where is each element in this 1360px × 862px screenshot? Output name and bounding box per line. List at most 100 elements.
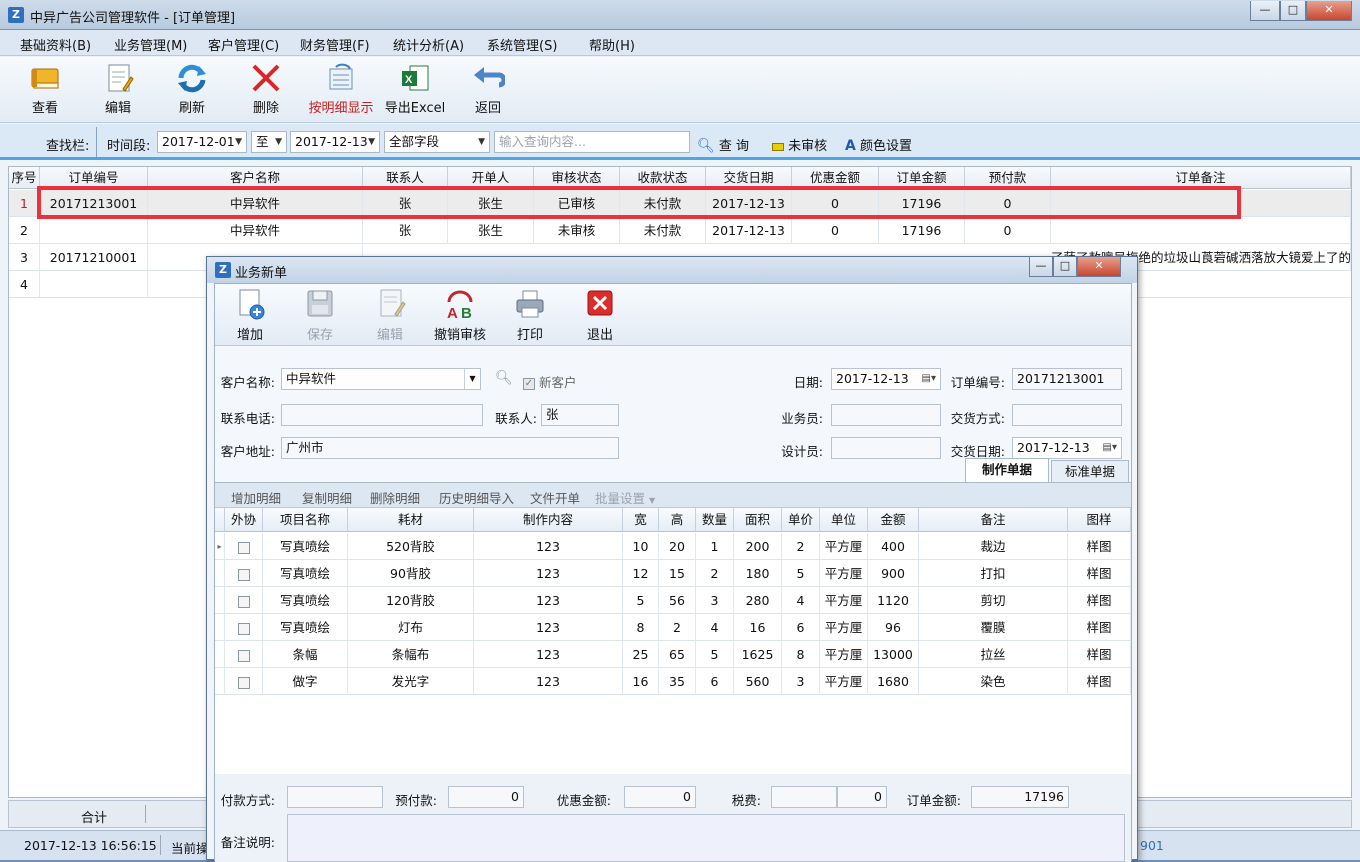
menu-basic-data[interactable]: 基础资料(B) (20, 35, 91, 54)
prepay-field[interactable]: 0 (448, 786, 524, 808)
outsource-checkbox[interactable] (237, 568, 250, 581)
outsource-checkbox[interactable] (237, 676, 250, 689)
tax-rate-field[interactable] (771, 786, 837, 808)
address-field[interactable]: 广州市 (281, 437, 619, 459)
sales-field[interactable] (831, 404, 941, 426)
field-select[interactable]: 全部字段 ▼ (384, 131, 490, 153)
customer-select[interactable]: 中异软件 ▼ (281, 368, 481, 390)
delivery-date-picker[interactable]: 2017-12-13 ▤▾ (1012, 437, 1122, 459)
delivery-method-field[interactable] (1012, 404, 1122, 426)
cancel-review-button[interactable]: AB 撤销审核 (427, 288, 493, 344)
column-header[interactable]: 金额 (868, 508, 919, 532)
remark-textarea[interactable] (287, 814, 1125, 862)
detail-show-button[interactable]: 按明细显示 (307, 61, 375, 119)
minimize-button[interactable]: — (1250, 1, 1280, 21)
outsource-checkbox[interactable] (237, 595, 250, 608)
maximize-button[interactable]: □ (1280, 1, 1306, 21)
add-detail-button[interactable]: 增加明细 (231, 488, 281, 507)
delete-detail-button[interactable]: 删除明细 (370, 488, 420, 507)
delete-button[interactable]: 删除 (233, 61, 299, 119)
exit-button[interactable]: 退出 (567, 288, 633, 344)
detail-row[interactable]: 做字 发光字 123 16 35 6 560 3 平方厘 1680 染色 样图 (215, 668, 1131, 695)
back-button[interactable]: 返回 (455, 61, 521, 119)
outsource-checkbox[interactable] (237, 622, 250, 635)
outsource-cell (225, 668, 263, 695)
order-no-field[interactable]: 20171213001 (1012, 368, 1122, 390)
column-header[interactable]: 单位 (820, 508, 868, 532)
dialog-toolbar: 增加 保存 编辑 AB 撤销审核 打印 退出 (215, 284, 1131, 346)
dialog-close-button[interactable]: ✕ (1077, 257, 1121, 277)
unreviewed-button[interactable]: 未审核 (772, 135, 827, 154)
query-button[interactable]: 🔍︎ 查 询 (697, 135, 749, 154)
column-header[interactable]: 备注 (919, 508, 1068, 532)
column-header[interactable]: 单价 (782, 508, 820, 532)
menu-business[interactable]: 业务管理(M) (114, 35, 187, 54)
phone-label: 联系电话: (220, 411, 275, 426)
outsource-checkbox[interactable] (237, 649, 250, 662)
column-header[interactable]: 项目名称 (263, 508, 348, 532)
menu-help[interactable]: 帮助(H) (589, 35, 635, 54)
dialog-title: 业务新单 (235, 266, 288, 281)
column-header[interactable]: 序号 (9, 167, 40, 189)
detail-row[interactable]: ▸ 写真喷绘 520背胶 123 10 20 1 200 2 平方厘 400 裁边 样图 (215, 533, 1131, 560)
dialog-minimize-button[interactable]: — (1029, 257, 1053, 277)
view-button[interactable]: 查看 (12, 61, 78, 119)
menu-customer[interactable]: 客户管理(C) (208, 35, 279, 54)
date-to-select[interactable]: 2017-12-13 ▼ (290, 131, 380, 153)
search-icon[interactable]: 🔍︎ (495, 370, 513, 386)
detail-cell: 拉丝 (919, 641, 1068, 668)
order-footer: 付款方式: 预付款: 0 优惠金额: 0 税费: 0 订单金额: 17196 备… (215, 774, 1131, 862)
detail-row[interactable]: 写真喷绘 灯布 123 8 2 4 16 6 平方厘 96 覆膜 样图 (215, 614, 1131, 641)
save-button[interactable]: 保存 (287, 288, 353, 344)
column-header[interactable]: 面积 (734, 508, 782, 532)
discount-field[interactable]: 0 (624, 786, 696, 808)
outsource-checkbox[interactable] (237, 541, 250, 554)
column-header[interactable]: 宽 (623, 508, 659, 532)
column-header[interactable]: 耗材 (348, 508, 474, 532)
phone-field[interactable] (281, 404, 483, 426)
tab-standard-doc[interactable]: 标准单据 (1051, 460, 1129, 482)
detail-row[interactable]: 写真喷绘 90背胶 123 12 15 2 180 5 平方厘 900 打扣 样图 (215, 560, 1131, 587)
history-import-button[interactable]: 历史明细导入 (439, 488, 514, 507)
add-button[interactable]: 增加 (217, 288, 283, 344)
menu-statistics[interactable]: 统计分析(A) (393, 35, 464, 54)
tax-field[interactable]: 0 (837, 786, 887, 808)
column-header[interactable]: 高 (659, 508, 696, 532)
window-title: 中异广告公司管理软件 - [订单管理] (30, 11, 236, 26)
dialog-edit-button[interactable]: 编辑 (357, 288, 423, 344)
tab-production-doc[interactable]: 制作单据 (965, 458, 1049, 482)
copy-detail-button[interactable]: 复制明细 (302, 488, 352, 507)
dialog-maximize-button[interactable]: □ (1053, 257, 1077, 277)
search-input[interactable]: 输入查询内容... (494, 131, 690, 153)
menu-finance[interactable]: 财务管理(F) (300, 35, 370, 54)
detail-row[interactable]: 条幅 条幅布 123 25 65 5 1625 8 平方厘 13000 拉丝 样图 (215, 641, 1131, 668)
detail-row[interactable]: 写真喷绘 120背胶 123 5 56 3 280 4 平方厘 1120 剪切 样图 (215, 587, 1131, 614)
edit-button[interactable]: 编辑 (85, 61, 151, 119)
column-header[interactable]: 外协 (225, 508, 263, 532)
range-to-select[interactable]: 至 ▼ (251, 131, 287, 153)
file-order-button[interactable]: 文件开单 (530, 488, 580, 507)
detail-cell: 6 (696, 668, 734, 695)
column-header[interactable]: 数量 (696, 508, 734, 532)
designer-field[interactable] (831, 437, 941, 459)
close-button[interactable]: ✕ (1306, 1, 1352, 21)
designer-label: 设计员: (781, 444, 823, 459)
print-button[interactable]: 打印 (497, 288, 563, 344)
save-label: 保存 (306, 328, 333, 343)
svg-text:B: B (461, 305, 472, 320)
color-settings-button[interactable]: A 颜色设置 (845, 135, 912, 154)
column-header[interactable]: 图样 (1068, 508, 1131, 532)
table-row[interactable]: 2 中异软件 张 张生 未审核 未付款 2017-12-13 0 17196 0 (9, 217, 1351, 244)
batch-settings-button[interactable]: 批量设置 ▼ (595, 488, 655, 507)
status-datetime: 2017-12-13 16:56:15 (24, 838, 157, 853)
export-excel-button[interactable]: X 导出Excel (381, 61, 449, 119)
column-header[interactable]: 制作内容 (474, 508, 623, 532)
total-field[interactable]: 17196 (971, 786, 1069, 808)
menu-system[interactable]: 系统管理(S) (487, 35, 557, 54)
new-customer-checkbox[interactable]: ✓ 新客户 (523, 372, 577, 391)
contact-field[interactable]: 张 (541, 404, 619, 426)
refresh-button[interactable]: 刷新 (159, 61, 225, 119)
date-picker[interactable]: 2017-12-13 ▤▾ (831, 368, 941, 390)
date-from-select[interactable]: 2017-12-01 ▼ (157, 131, 247, 153)
pay-method-field[interactable] (287, 786, 383, 808)
